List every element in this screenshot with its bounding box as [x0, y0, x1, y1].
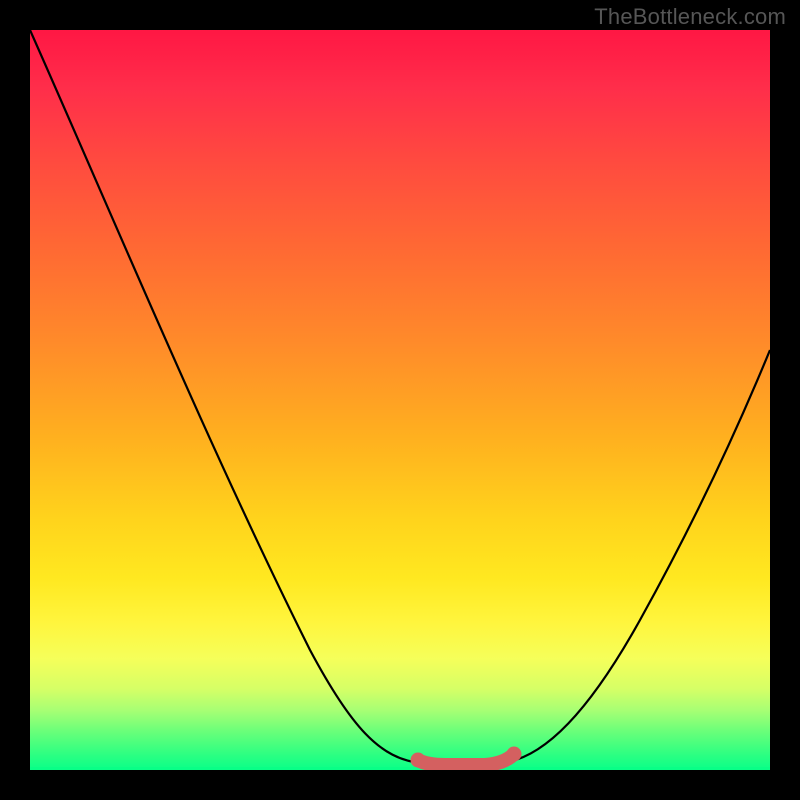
plot-area — [30, 30, 770, 770]
watermark-text: TheBottleneck.com — [594, 4, 786, 30]
optimal-range-end-cap — [507, 747, 522, 762]
curve-layer — [30, 30, 770, 770]
bottleneck-curve — [30, 30, 770, 763]
optimal-range-start-cap — [411, 753, 426, 768]
optimal-range-bar — [418, 754, 514, 765]
chart-container: TheBottleneck.com — [0, 0, 800, 800]
bottom-edge-highlight — [30, 767, 770, 770]
